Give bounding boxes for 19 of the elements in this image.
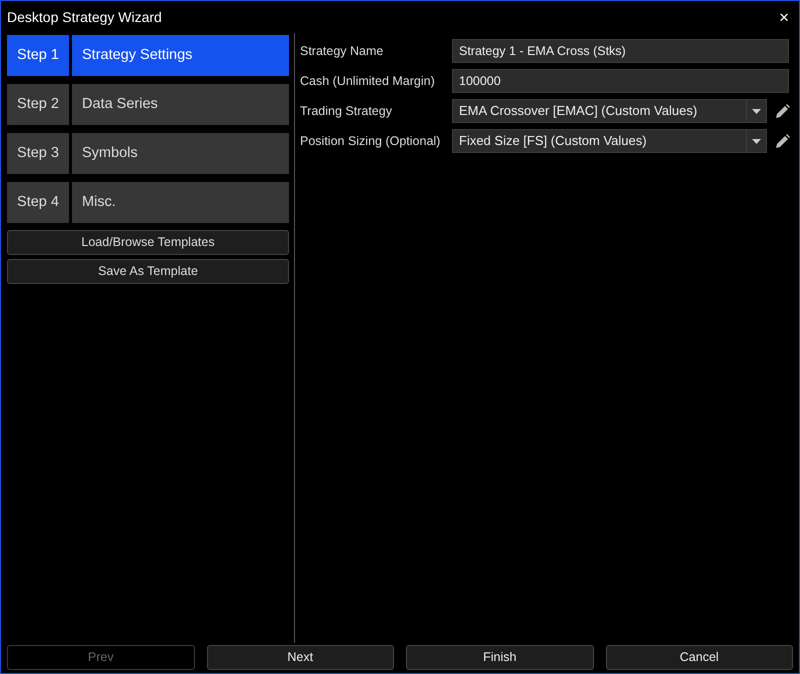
field-label: Position Sizing (Optional) bbox=[300, 132, 442, 150]
template-button[interactable]: Save As Template bbox=[7, 259, 289, 284]
template-button[interactable]: Load/Browse Templates bbox=[7, 230, 289, 255]
dropdown-field[interactable]: Fixed Size [FS] (Custom Values) bbox=[452, 129, 767, 153]
close-button[interactable]: × bbox=[777, 8, 791, 26]
window-title: Desktop Strategy Wizard bbox=[7, 8, 162, 27]
footer-button[interactable]: Next bbox=[206, 645, 394, 670]
pencil-icon[interactable] bbox=[775, 134, 790, 150]
pencil-icon[interactable] bbox=[775, 104, 790, 120]
field-label: Cash (Unlimited Margin) bbox=[300, 72, 436, 90]
dropdown-field[interactable]: EMA Crossover [EMAC] (Custom Values) bbox=[452, 99, 767, 123]
caret-icon bbox=[752, 138, 761, 144]
footer-button[interactable]: Finish bbox=[406, 645, 594, 670]
input-field[interactable]: 100000 bbox=[452, 69, 789, 93]
field-label: Strategy Name bbox=[300, 42, 384, 60]
caret-icon bbox=[752, 108, 761, 114]
input-field[interactable]: Strategy 1 - EMA Cross (Stks) bbox=[452, 39, 789, 63]
footer-button[interactable]: Cancel bbox=[606, 645, 793, 670]
field-label: Trading Strategy bbox=[300, 102, 393, 120]
